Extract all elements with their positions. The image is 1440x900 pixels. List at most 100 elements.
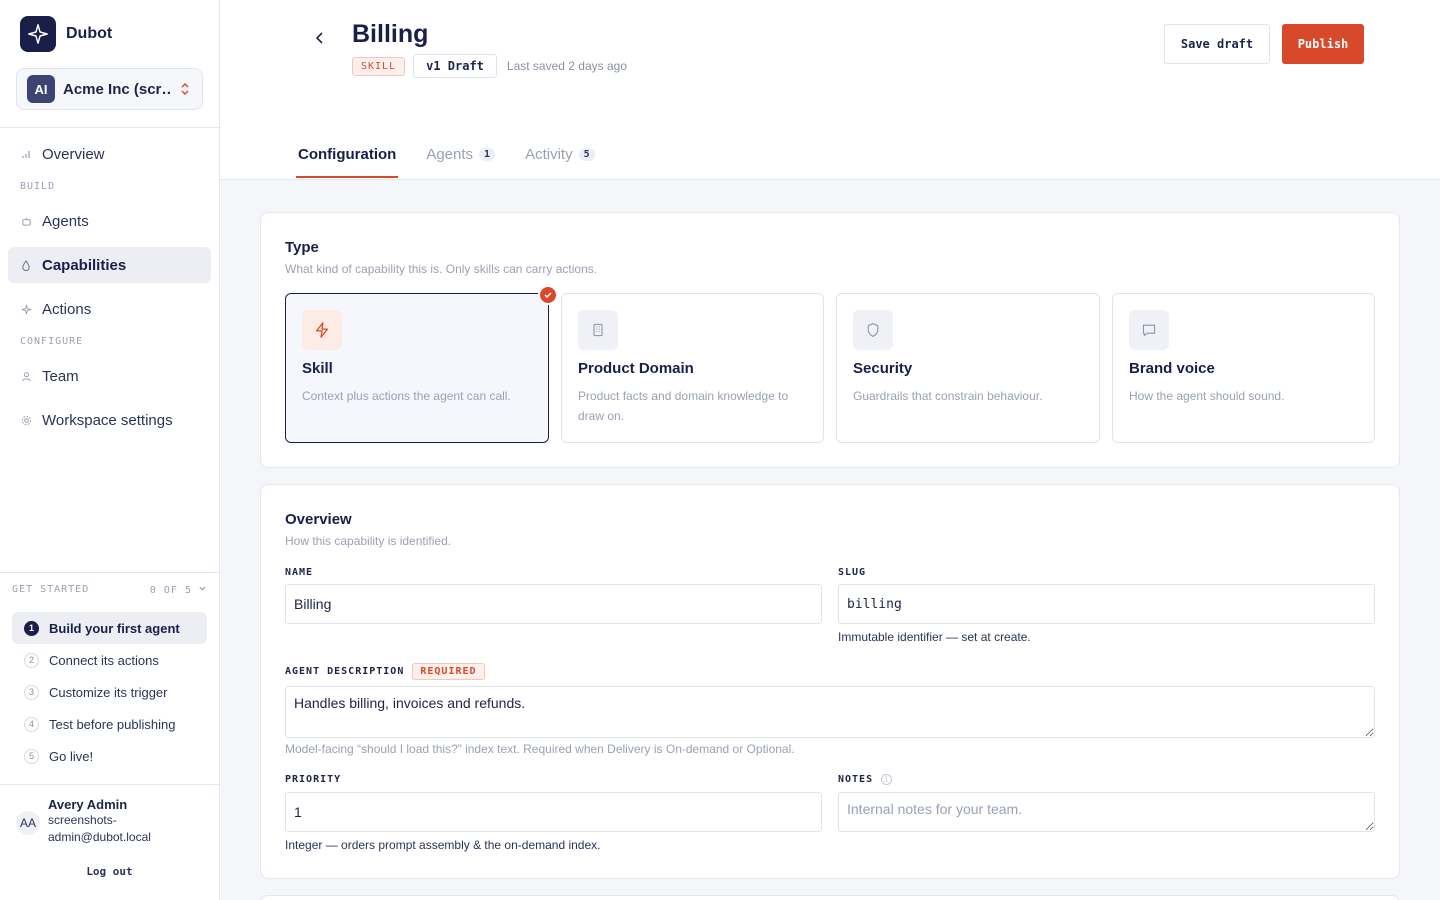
droplet-icon — [20, 259, 32, 271]
slug-help: Immutable identifier — set at create. — [838, 630, 1031, 644]
back-button[interactable] — [308, 28, 332, 52]
priority-help: Integer — orders prompt assembly & the o… — [285, 838, 601, 852]
sidebar-item-label: Overview — [42, 145, 105, 163]
shield-icon — [853, 310, 893, 350]
lightning-icon — [302, 310, 342, 350]
type-option-skill[interactable]: Skill Context plus actions the agent can… — [285, 285, 558, 443]
priority-label: PRIORITY — [285, 774, 341, 785]
chat-bubble-icon — [1129, 310, 1169, 350]
tab-activity[interactable]: Activity 5 — [523, 138, 597, 177]
description-label: AGENT DESCRIPTION REQUIRED — [285, 663, 485, 680]
get-started-header[interactable]: GET STARTED 0 OF 5 — [12, 584, 207, 596]
card-title: Overview — [285, 511, 352, 528]
description-help: Model-facing “should I load this?” index… — [285, 742, 795, 756]
sidebar-divider — [0, 572, 219, 573]
step-label: Customize its trigger — [49, 684, 168, 700]
user-profile: AA Avery Admin screenshots- admin@dubot.… — [16, 797, 206, 846]
slug-label: SLUG — [838, 567, 866, 578]
name-input[interactable] — [285, 584, 822, 624]
step-number: 1 — [24, 620, 39, 636]
notes-label: NOTES i — [838, 774, 893, 785]
slug-input[interactable] — [838, 584, 1375, 624]
tab-label: Agents — [426, 146, 474, 163]
sidebar-item-actions[interactable]: Actions — [8, 291, 211, 327]
org-switcher[interactable]: AI Acme Inc (scr… — [16, 68, 203, 110]
page-meta: SKILL v1 Draft Last saved 2 days ago — [352, 54, 627, 78]
chevron-updown-icon — [178, 82, 192, 96]
type-option-desc: Context plus actions the agent can call. — [302, 389, 511, 403]
chevron-left-icon — [314, 31, 326, 50]
tab-count-badge: 5 — [578, 148, 595, 161]
sidebar-item-overview[interactable]: Overview — [8, 136, 211, 172]
org-avatar: AI — [27, 75, 55, 103]
notes-label-text: NOTES — [838, 774, 874, 785]
nav-section-build: BUILD — [20, 181, 56, 192]
required-badge: REQUIRED — [412, 663, 485, 680]
sidebar-item-agents[interactable]: Agents — [8, 203, 211, 239]
bar-chart-icon — [20, 148, 32, 160]
notes-textarea[interactable] — [838, 792, 1375, 832]
user-info: Avery Admin screenshots- admin@dubot.loc… — [48, 797, 151, 846]
sidebar-item-team[interactable]: Team — [8, 358, 211, 394]
tab-label: Configuration — [298, 146, 397, 163]
sidebar-divider — [0, 127, 219, 128]
brand-name: Dubot — [66, 25, 113, 42]
save-draft-button[interactable]: Save draft — [1164, 24, 1270, 64]
publish-button[interactable]: Publish — [1282, 24, 1364, 64]
get-started-step-1[interactable]: 1 Build your first agent — [12, 612, 207, 644]
org-name: Acme Inc (scr… — [63, 80, 170, 98]
version-badge: v1 Draft — [413, 54, 497, 78]
description-textarea[interactable]: Handles billing, invoices and refunds. — [285, 686, 1375, 738]
get-started-progress-wrap: 0 OF 5 — [150, 584, 207, 596]
last-saved: Last saved 2 days ago — [506, 59, 627, 73]
priority-input[interactable] — [285, 792, 822, 832]
type-option-security[interactable]: Security Guardrails that constrain behav… — [836, 293, 1100, 443]
type-option-name: Brand voice — [1129, 360, 1215, 377]
user-name: Avery Admin — [48, 797, 128, 812]
type-card: Type What kind of capability this is. On… — [260, 212, 1400, 468]
nav-section-configure: CONFIGURE — [20, 336, 84, 347]
get-started-title: GET STARTED — [12, 584, 90, 595]
step-label: Go live! — [49, 748, 94, 764]
robot-icon — [20, 215, 32, 227]
sidebar-item-workspace-settings[interactable]: Workspace settings — [8, 402, 211, 438]
tab-label: Activity — [525, 146, 573, 163]
step-number: 2 — [24, 652, 39, 668]
type-option-name: Skill — [302, 360, 333, 377]
step-number: 3 — [24, 684, 39, 700]
brand[interactable]: Dubot — [20, 16, 112, 52]
tab-configuration[interactable]: Configuration — [296, 138, 399, 178]
building-icon — [578, 310, 618, 350]
step-label: Build your first agent — [49, 620, 180, 636]
get-started-step-2[interactable]: 2 Connect its actions — [12, 644, 207, 676]
type-option-product-domain[interactable]: Product Domain Product facts and domain … — [561, 293, 824, 443]
tab-bar: Configuration Agents 1 Activity 5 — [296, 138, 597, 178]
step-number: 5 — [24, 748, 39, 764]
get-started-step-5[interactable]: 5 Go live! — [12, 740, 207, 772]
get-started-step-3[interactable]: 3 Customize its trigger — [12, 676, 207, 708]
card-subtitle: How this capability is identified. — [285, 534, 452, 548]
sidebar-item-label: Workspace settings — [42, 411, 173, 429]
type-option-brand-voice[interactable]: Brand voice How the agent should sound. — [1112, 293, 1375, 443]
logout-button[interactable]: Log out — [0, 865, 219, 878]
sidebar-item-label: Capabilities — [42, 256, 127, 274]
page-title: Billing — [352, 20, 429, 48]
name-label-text: NAME — [285, 567, 314, 578]
type-option-desc: How the agent should sound. — [1129, 389, 1285, 403]
step-number: 4 — [24, 716, 39, 732]
user-email-line-2: admin@dubot.local — [48, 830, 151, 844]
person-icon — [20, 370, 32, 382]
card-title: Type — [285, 239, 319, 256]
sidebar-item-capabilities[interactable]: Capabilities — [8, 247, 211, 283]
user-email-line-1: screenshots- — [48, 813, 117, 827]
tab-agents[interactable]: Agents 1 — [424, 138, 497, 177]
get-started-progress: 0 OF 5 — [149, 584, 192, 596]
dubot-logo-icon — [20, 16, 56, 52]
description-label-text: AGENT DESCRIPTION — [285, 666, 405, 677]
next-card — [260, 895, 1400, 900]
page-header: Billing SKILL v1 Draft Last saved 2 days… — [220, 0, 1440, 180]
get-started-step-4[interactable]: 4 Test before publishing — [12, 708, 207, 740]
info-icon[interactable]: i — [881, 774, 893, 785]
avatar: AA — [16, 811, 40, 835]
gear-icon — [20, 414, 32, 426]
